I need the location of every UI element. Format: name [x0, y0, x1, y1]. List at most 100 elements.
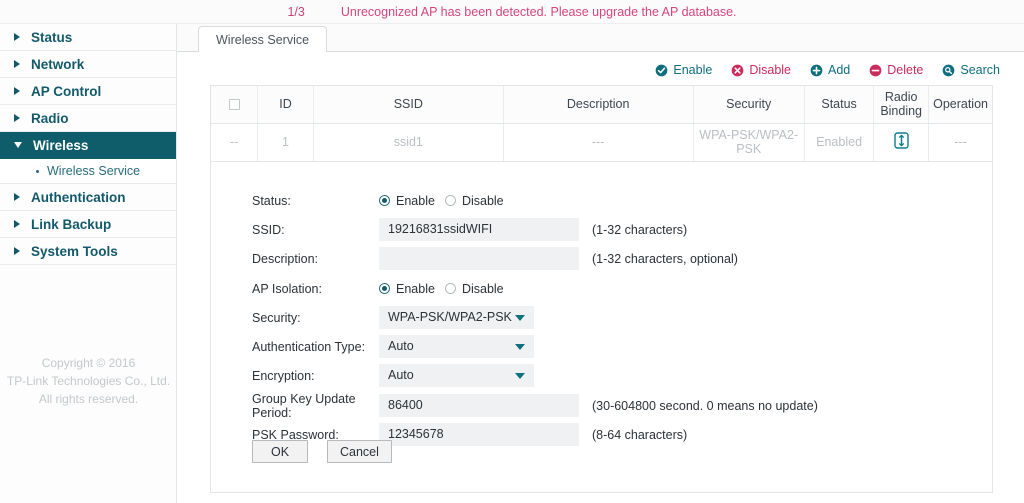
description-label: Description: [252, 251, 318, 266]
sidebar-item-label: Network [31, 56, 85, 72]
chevron-right-icon [14, 220, 20, 228]
group-key-input[interactable] [379, 394, 579, 417]
column-operation: Operation [928, 86, 992, 124]
status-label: Status: [252, 193, 291, 208]
group-key-hint: (30-604800 second. 0 means no update) [592, 398, 818, 413]
notification-message: Unrecognized AP has been detected. Pleas… [340, 4, 737, 19]
security-value: WPA-PSK/WPA2-PSK [388, 310, 512, 324]
row-select-cell[interactable]: -- [211, 123, 259, 162]
tab-wireless-service[interactable]: Wireless Service [198, 26, 328, 53]
column-description: Description [503, 86, 694, 124]
sidebar-item-network[interactable]: Network [0, 51, 176, 78]
ssid-input[interactable] [379, 218, 579, 241]
sidebar-item-authentication[interactable]: Authentication [0, 184, 176, 211]
copyright-line-2: TP-Link Technologies Co., Ltd. [6, 374, 171, 388]
table-toolbar: Enable Disable Add Delete Search [655, 63, 1000, 77]
chevron-down-icon [14, 142, 22, 148]
radio-unselected-icon [444, 283, 456, 294]
column-ssid: SSID [313, 86, 504, 124]
sidebar-item-ap-control[interactable]: AP Control [0, 78, 176, 105]
sidebar: Status Network AP Control Radio Wireless… [0, 24, 177, 503]
sidebar-subitem-label: Wireless Service [47, 164, 141, 178]
form-row-security: Security: WPA-PSK/WPA2-PSK [211, 303, 994, 332]
chevron-down-icon [515, 314, 525, 321]
sidebar-item-label: Wireless [33, 137, 89, 153]
description-input[interactable] [379, 247, 579, 270]
description-hint: (1-32 characters, optional) [592, 251, 738, 266]
row-operation-cell: --- [928, 123, 992, 162]
chevron-right-icon [14, 60, 20, 68]
status-enable-option[interactable]: Enable [379, 194, 435, 208]
row-radio-binding-cell[interactable] [873, 123, 930, 162]
psk-password-hint: (8-64 characters) [592, 427, 688, 442]
enable-button[interactable]: Enable [655, 63, 712, 77]
chevron-down-icon [515, 343, 525, 350]
auth-type-select[interactable]: Auto [379, 335, 534, 358]
encryption-value: Auto [388, 368, 414, 382]
form-row-ssid: SSID: (1-32 characters) [211, 215, 994, 244]
disable-button[interactable]: Disable [731, 63, 791, 77]
form-row-encryption: Encryption: Auto [211, 361, 994, 390]
form-row-group-key: Group Key Update Period: (30-604800 seco… [211, 391, 994, 420]
sidebar-item-wireless[interactable]: Wireless [0, 132, 176, 159]
table-row[interactable]: -- 1 ssid1 --- WPA-PSK/WPA2-PSK Enabled [211, 123, 992, 162]
ssid-hint: (1-32 characters) [592, 222, 688, 237]
sidebar-item-label: Authentication [31, 189, 126, 205]
group-key-label: Group Key Update Period: [252, 391, 356, 420]
form-row-ap-isolation: AP Isolation: Enable Disable [211, 274, 994, 303]
column-status: Status [804, 86, 875, 124]
row-security-cell: WPA-PSK/WPA2-PSK [693, 123, 805, 162]
column-select [211, 86, 259, 124]
notification-bar: 1/3 Unrecognized AP has been detected. P… [0, 0, 1024, 24]
ap-isolation-enable-option[interactable]: Enable [379, 282, 435, 296]
ok-button[interactable]: OK [252, 440, 308, 463]
security-label: Security: [252, 310, 301, 325]
sidebar-item-label: AP Control [31, 83, 102, 99]
ap-isolation-label: AP Isolation: [252, 281, 322, 296]
app-window: 1/3 Unrecognized AP has been detected. P… [0, 0, 1024, 503]
psk-password-input[interactable] [379, 423, 579, 446]
column-security: Security [693, 86, 805, 124]
sidebar-item-radio[interactable]: Radio [0, 105, 176, 132]
radio-selected-icon [379, 283, 390, 294]
sidebar-item-system-tools[interactable]: System Tools [0, 238, 176, 265]
sidebar-item-label: Radio [31, 110, 69, 126]
encryption-select[interactable]: Auto [379, 364, 534, 387]
delete-button[interactable]: Delete [869, 63, 923, 77]
ap-isolation-disable-label: Disable [461, 281, 504, 296]
tab-strip: Wireless Service [177, 24, 1024, 53]
form-row-auth-type: Authentication Type: Auto [211, 332, 994, 361]
bullet-icon [36, 169, 39, 173]
enable-label: Enable [673, 63, 713, 77]
column-radio-binding: Radio Binding [873, 86, 930, 124]
wireless-service-form: Status: Enable Disable SSID: 19216831ssi… [210, 162, 993, 493]
minus-circle-icon [869, 64, 882, 76]
status-radio-group: Enable Disable [379, 194, 504, 208]
copyright-line-1: Copyright © 2016 [41, 356, 136, 370]
encryption-label: Encryption: [252, 368, 315, 383]
radio-unselected-icon [444, 195, 456, 206]
search-button[interactable]: Search [942, 63, 1000, 77]
status-disable-option[interactable]: Disable [444, 193, 504, 208]
chevron-right-icon [14, 247, 20, 255]
row-ssid-cell: ssid1 [313, 123, 504, 162]
select-all-checkbox[interactable] [228, 99, 240, 111]
security-select[interactable]: WPA-PSK/WPA2-PSK [379, 306, 534, 329]
column-id: ID [257, 86, 314, 124]
copyright-block: Copyright © 2016 TP-Link Technologies Co… [0, 354, 177, 408]
ap-isolation-disable-option[interactable]: Disable [444, 281, 504, 296]
row-status-cell: Enabled [804, 123, 875, 162]
sidebar-item-status[interactable]: Status [0, 24, 176, 51]
add-button[interactable]: Add [810, 63, 850, 77]
sidebar-item-link-backup[interactable]: Link Backup [0, 211, 176, 238]
cancel-button[interactable]: Cancel [327, 440, 392, 463]
status-disable-label: Disable [461, 193, 504, 208]
tab-label: Wireless Service [216, 33, 310, 47]
sidebar-subitem-wireless-service[interactable]: Wireless Service [0, 159, 176, 184]
wireless-service-table: ID SSID Description Security Status Radi… [210, 85, 993, 162]
ssid-label: SSID: [252, 222, 285, 237]
notification-index: 1/3 [287, 4, 305, 19]
main-content: Enable Disable Add Delete Search ID SSID… [177, 52, 1024, 503]
radio-selected-icon [379, 195, 390, 206]
auth-type-value: Auto [388, 339, 414, 353]
